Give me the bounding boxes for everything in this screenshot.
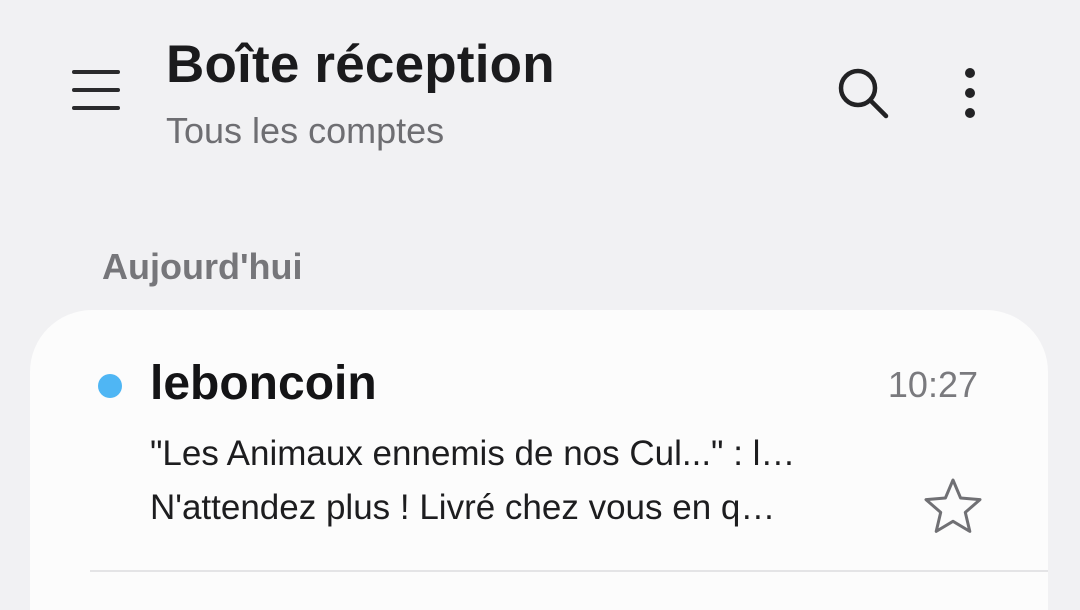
unread-indicator-dot — [98, 374, 122, 398]
email-list-card: leboncoin 10:27 "Les Animaux ennemis de … — [30, 310, 1048, 610]
star-outline-icon — [924, 478, 982, 533]
email-sender: leboncoin — [150, 357, 377, 410]
star-button[interactable] — [918, 474, 988, 538]
account-filter-label: Tous les comptes — [166, 110, 445, 151]
app-header: Boîte réception Tous les comptes — [0, 0, 1080, 180]
page-title: Boîte réception — [166, 35, 555, 94]
more-options-button[interactable] — [940, 58, 1000, 128]
menu-button[interactable] — [62, 56, 130, 124]
hamburger-menu-icon — [72, 70, 120, 110]
email-preview: N'attendez plus ! Livré chez vous en q… — [150, 488, 776, 527]
more-vertical-icon — [965, 68, 975, 118]
email-list-item[interactable]: leboncoin 10:27 "Les Animaux ennemis de … — [30, 310, 1048, 572]
email-subject: "Les Animaux ennemis de nos Cul..." : l… — [150, 434, 796, 473]
search-icon — [838, 68, 889, 119]
email-time: 10:27 — [887, 364, 978, 405]
search-button[interactable] — [828, 58, 898, 128]
date-section-header: Aujourd'hui — [102, 246, 303, 287]
